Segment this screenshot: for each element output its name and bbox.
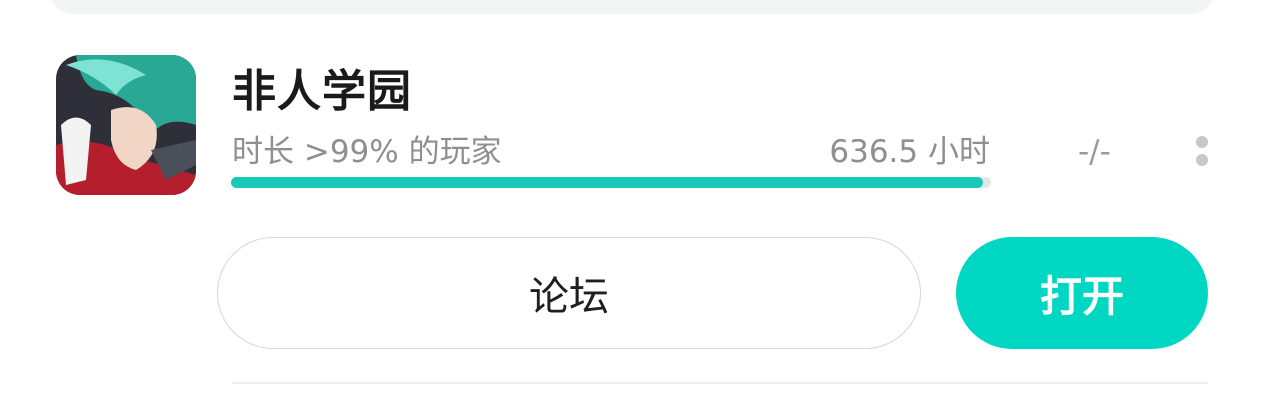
playtime-percentile-label: 时长 >99% 的玩家 [232,134,502,170]
playtime-hours: 636.5 小时 [829,134,990,170]
playtime-progress-bar [231,177,991,188]
app-icon[interactable] [56,55,196,195]
more-options-icon[interactable] [1196,136,1212,168]
game-title[interactable]: 非人学园 [232,64,412,120]
divider [232,382,1208,384]
achievement-count: -/- [1078,134,1111,170]
forum-button[interactable]: 论坛 [217,237,921,349]
previous-card-bottom [48,0,1216,14]
open-button[interactable]: 打开 [956,237,1208,349]
playtime-progress-fill [231,177,984,188]
